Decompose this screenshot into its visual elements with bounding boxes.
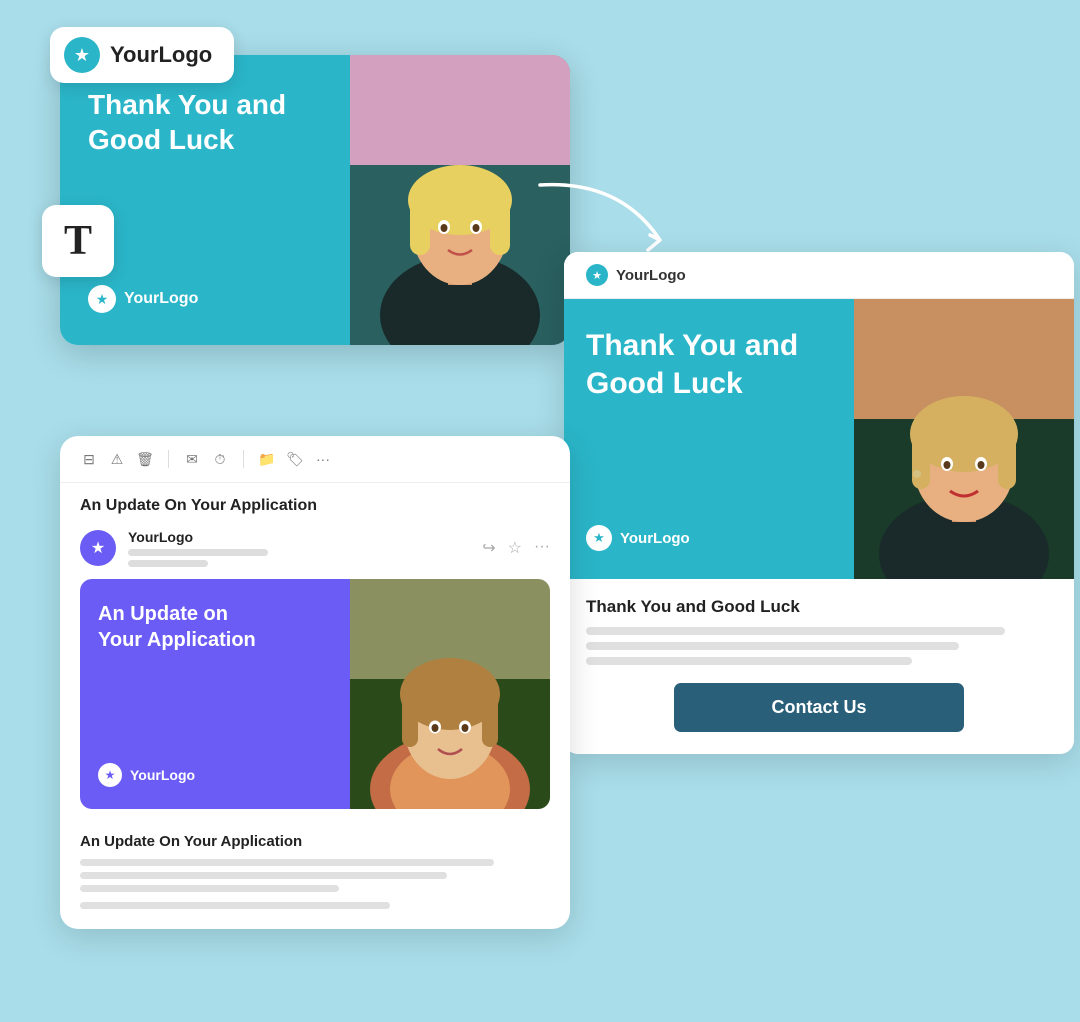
person-svg-right	[854, 299, 1074, 579]
right-preview-body: Thank You and Good Luck Contact Us	[564, 579, 1074, 754]
alert-icon[interactable]: ⚠	[108, 451, 126, 467]
email-body-line-3	[80, 885, 339, 892]
email-card-left: An Update onYour Application ★ YourLogo	[80, 579, 350, 809]
card-logo-text: YourLogo	[124, 290, 198, 308]
right-hero-logo: ★ YourLogo	[586, 525, 832, 551]
email-card-logo-text: YourLogo	[130, 767, 195, 783]
archive-icon[interactable]: ⊟	[80, 451, 98, 467]
toolbar-separator-2	[243, 450, 244, 468]
clock-icon[interactable]: ⏱	[211, 451, 229, 467]
email-card-logo: ★ YourLogo	[98, 763, 332, 787]
right-hero-title: Thank You andGood Luck	[586, 327, 832, 402]
content-line-2	[586, 642, 959, 650]
teal-email-card: Thank You andGood Luck ★ YourLogo	[60, 55, 570, 345]
email-body-line-4	[80, 902, 390, 909]
email-body-line-2	[80, 872, 447, 879]
right-body-title: Thank You and Good Luck	[586, 597, 1052, 617]
right-preview-hero: Thank You andGood Luck ★ YourLogo	[564, 299, 1074, 579]
right-header-logo-text: YourLogo	[616, 267, 686, 284]
star-icon-right-hero: ★	[586, 525, 612, 551]
right-preview-header: ★ YourLogo	[564, 252, 1074, 299]
teal-card-title: Thank You andGood Luck	[88, 87, 322, 157]
star-icon-card: ★	[88, 285, 116, 313]
content-line-3	[586, 657, 912, 665]
contact-us-button[interactable]: Contact Us	[674, 683, 964, 732]
sender-avatar: ★	[80, 530, 116, 566]
email-sender-row: ★ YourLogo ↪ ☆ ···	[60, 525, 570, 579]
reply-icon[interactable]: ↪	[482, 538, 495, 558]
mail-icon[interactable]: ✉	[183, 451, 201, 467]
tag-icon[interactable]: 🏷	[286, 451, 304, 467]
right-hero-left: Thank You andGood Luck ★ YourLogo	[564, 299, 854, 579]
teal-card-logo-bottom: ★ YourLogo	[88, 285, 322, 313]
sender-email-line	[128, 549, 268, 556]
email-body-line-1	[80, 859, 494, 866]
email-card-title: An Update onYour Application	[98, 601, 332, 653]
email-card-person-image	[350, 579, 550, 809]
person-svg-email	[350, 579, 550, 809]
star-icon-right-header: ★	[586, 264, 608, 286]
email-subject: An Update On Your Application	[60, 483, 570, 525]
sender-actions: ↪ ☆ ···	[482, 538, 550, 558]
content-line-1	[586, 627, 1005, 635]
toolbar-separator-1	[168, 450, 169, 468]
more-action-icon[interactable]: ···	[534, 538, 550, 558]
star-action-icon[interactable]: ☆	[508, 538, 522, 558]
star-icon: ★	[64, 37, 100, 73]
text-tool-letter: T	[64, 217, 92, 265]
email-body-section: An Update On Your Application	[60, 823, 570, 929]
right-email-preview: ★ YourLogo Thank You andGood Luck ★ Your…	[564, 252, 1074, 754]
sender-info: YourLogo	[128, 529, 470, 567]
right-hero-person-image	[854, 299, 1074, 579]
folder-icon[interactable]: 📁	[258, 451, 276, 467]
top-left-email-template: ★ YourLogo T Thank You andGood Luck ★ Yo…	[60, 55, 570, 345]
right-hero-logo-text: YourLogo	[620, 530, 690, 547]
teal-card-left: Thank You andGood Luck ★ YourLogo	[60, 55, 350, 345]
email-client-preview: ⊟ ⚠ 🗑 ✉ ⏱ 📁 🏷 ··· An Update On Your Appl…	[60, 436, 570, 929]
email-toolbar: ⊟ ⚠ 🗑 ✉ ⏱ 📁 🏷 ···	[60, 436, 570, 483]
more-icon[interactable]: ···	[314, 451, 332, 467]
sender-date-line	[128, 560, 208, 567]
logo-text-top: YourLogo	[110, 42, 212, 68]
trash-icon[interactable]: 🗑	[136, 451, 154, 467]
logo-badge-top: ★ YourLogo	[50, 27, 234, 83]
star-icon-email-card: ★	[98, 763, 122, 787]
sender-name: YourLogo	[128, 529, 470, 545]
email-body-title: An Update On Your Application	[80, 833, 550, 850]
email-preview-card: An Update onYour Application ★ YourLogo	[80, 579, 550, 809]
text-tool-badge: T	[42, 205, 114, 277]
